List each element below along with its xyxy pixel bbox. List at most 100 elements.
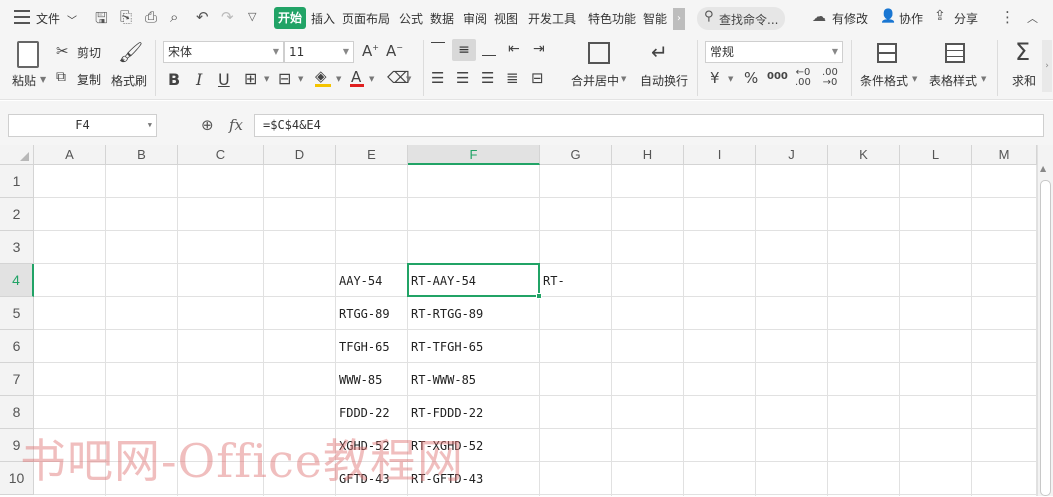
- chevron-down-icon[interactable]: ▼: [621, 75, 626, 83]
- thousands-separator-button[interactable]: 000: [767, 71, 788, 82]
- chevron-down-icon[interactable]: ▼: [981, 75, 986, 83]
- merge-center-button[interactable]: 合并居中: [571, 72, 619, 89]
- print-preview-icon[interactable]: ⌕: [170, 8, 178, 26]
- zoom-icon[interactable]: ⊕: [201, 116, 214, 134]
- row-header-7[interactable]: 7: [0, 363, 34, 396]
- cell-e6[interactable]: TFGH-65: [336, 330, 408, 363]
- wrap-text-button[interactable]: 自动换行: [640, 72, 688, 89]
- cell-style-icon[interactable]: ⊟: [278, 69, 291, 88]
- cell-e7[interactable]: WWW-85: [336, 363, 408, 396]
- more-options-icon[interactable]: ⋮: [1000, 8, 1015, 26]
- paste-icon[interactable]: [17, 41, 39, 68]
- column-header-i[interactable]: I: [684, 145, 756, 165]
- row-header-6[interactable]: 6: [0, 330, 34, 363]
- row-header-2[interactable]: 2: [0, 198, 34, 231]
- format-painter-icon[interactable]: 🖌: [118, 40, 143, 64]
- chevron-down-icon[interactable]: ▼: [369, 75, 374, 83]
- chevron-down-icon[interactable]: ▼: [912, 75, 917, 83]
- share-button[interactable]: 分享: [954, 10, 978, 27]
- collapse-ribbon-icon[interactable]: ︿: [1027, 10, 1038, 26]
- row-header-5[interactable]: 5: [0, 297, 34, 330]
- column-header-m[interactable]: M: [972, 145, 1037, 165]
- justify-icon[interactable]: ≣: [506, 69, 519, 87]
- cut-button[interactable]: 剪切: [77, 44, 101, 61]
- tab-home[interactable]: 开始: [274, 7, 306, 29]
- tab-developer[interactable]: 开发工具: [528, 10, 576, 27]
- currency-button[interactable]: ¥: [710, 69, 720, 87]
- cell-g4[interactable]: RT-: [540, 264, 612, 297]
- distributed-align-icon[interactable]: ⊟: [531, 69, 544, 87]
- copy-icon[interactable]: ⧉: [56, 69, 66, 85]
- sum-button[interactable]: 求和: [1012, 72, 1036, 89]
- print-icon[interactable]: ⎙: [145, 8, 157, 26]
- percent-button[interactable]: %: [744, 69, 758, 87]
- chevron-down-icon[interactable]: ▼: [336, 75, 341, 83]
- copy-button[interactable]: 复制: [77, 71, 101, 88]
- wrap-text-icon[interactable]: ↵: [651, 40, 668, 64]
- file-menu[interactable]: 文件: [36, 10, 60, 27]
- font-size-select[interactable]: 11 ▼: [284, 41, 354, 63]
- align-middle-icon[interactable]: ≡: [452, 39, 476, 61]
- column-header-k[interactable]: K: [828, 145, 900, 165]
- hamburger-icon[interactable]: [14, 10, 30, 24]
- collaborate-icon[interactable]: 👤: [880, 9, 896, 24]
- column-header-f[interactable]: F: [408, 145, 540, 165]
- tab-insert[interactable]: 插入: [311, 10, 335, 27]
- align-top-icon[interactable]: ⎺: [431, 41, 445, 57]
- redo-icon[interactable]: ↷: [221, 8, 234, 26]
- column-header-d[interactable]: D: [264, 145, 336, 165]
- column-header-b[interactable]: B: [106, 145, 178, 165]
- fill-handle[interactable]: [536, 293, 542, 299]
- tab-page-layout[interactable]: 页面布局: [342, 10, 390, 27]
- increase-decimal-icon[interactable]: ←0.00: [795, 68, 811, 88]
- paste-button[interactable]: 粘贴: [12, 72, 36, 89]
- sum-icon[interactable]: Σ: [1015, 38, 1030, 66]
- column-header-h[interactable]: H: [612, 145, 684, 165]
- save-icon[interactable]: 🖫: [95, 8, 108, 33]
- fill-color-icon[interactable]: ◈: [315, 67, 327, 85]
- share-icon[interactable]: ⇪: [934, 8, 946, 24]
- tab-smart[interactable]: 智能: [643, 10, 667, 27]
- decrease-indent-icon[interactable]: ⇤: [508, 41, 520, 57]
- table-style-icon[interactable]: [945, 43, 965, 63]
- conditional-format-icon[interactable]: [877, 43, 897, 63]
- align-center-icon[interactable]: ☰: [456, 69, 469, 87]
- tab-view[interactable]: 视图: [494, 10, 518, 27]
- table-style-button[interactable]: 表格样式: [929, 72, 977, 89]
- row-header-3[interactable]: 3: [0, 231, 34, 264]
- tab-review[interactable]: 审阅: [463, 10, 487, 27]
- align-right-icon[interactable]: ☰: [481, 69, 494, 87]
- chevron-down-icon[interactable]: ▼: [728, 75, 733, 83]
- column-header-e[interactable]: E: [336, 145, 408, 165]
- scroll-up-icon[interactable]: ▲: [1040, 164, 1046, 173]
- font-name-select[interactable]: 宋体 ▼: [163, 41, 284, 63]
- function-icon[interactable]: fx: [229, 116, 243, 134]
- column-header-l[interactable]: L: [900, 145, 972, 165]
- decrease-decimal-icon[interactable]: .00 →0: [822, 68, 838, 88]
- cell-f7[interactable]: RT-WWW-85: [408, 363, 540, 396]
- tab-formulas[interactable]: 公式: [399, 10, 423, 27]
- italic-button[interactable]: I: [196, 70, 202, 89]
- name-box[interactable]: F4 ▼: [8, 114, 157, 137]
- ribbon-scroll-right-button[interactable]: ›: [1042, 40, 1052, 92]
- align-left-icon[interactable]: ☰: [431, 69, 444, 87]
- export-icon[interactable]: ⎘: [120, 8, 132, 26]
- row-header-4[interactable]: 4: [0, 264, 34, 297]
- format-painter-button[interactable]: 格式刷: [111, 72, 147, 89]
- underline-button[interactable]: U: [218, 70, 230, 89]
- align-bottom-icon[interactable]: ⎽: [482, 41, 496, 57]
- chevron-down-icon[interactable]: ﹀: [67, 12, 77, 27]
- cell-e4[interactable]: AAY-54: [336, 264, 408, 297]
- modified-status[interactable]: 有修改: [832, 10, 868, 27]
- cell-f6[interactable]: RT-TFGH-65: [408, 330, 540, 363]
- increase-indent-icon[interactable]: ⇥: [533, 41, 545, 57]
- cloud-sync-icon[interactable]: ☁: [812, 9, 826, 25]
- formula-input[interactable]: =$C$4&E4: [254, 114, 1044, 137]
- conditional-format-button[interactable]: 条件格式: [860, 72, 908, 89]
- chevron-down-icon[interactable]: ▼: [264, 75, 269, 83]
- cell-e5[interactable]: RTGG-89: [336, 297, 408, 330]
- row-header-1[interactable]: 1: [0, 165, 34, 198]
- bold-button[interactable]: B: [168, 70, 180, 89]
- tab-scroll-right-button[interactable]: ›: [673, 8, 685, 30]
- quick-access-dropdown-icon[interactable]: ▽: [248, 10, 256, 23]
